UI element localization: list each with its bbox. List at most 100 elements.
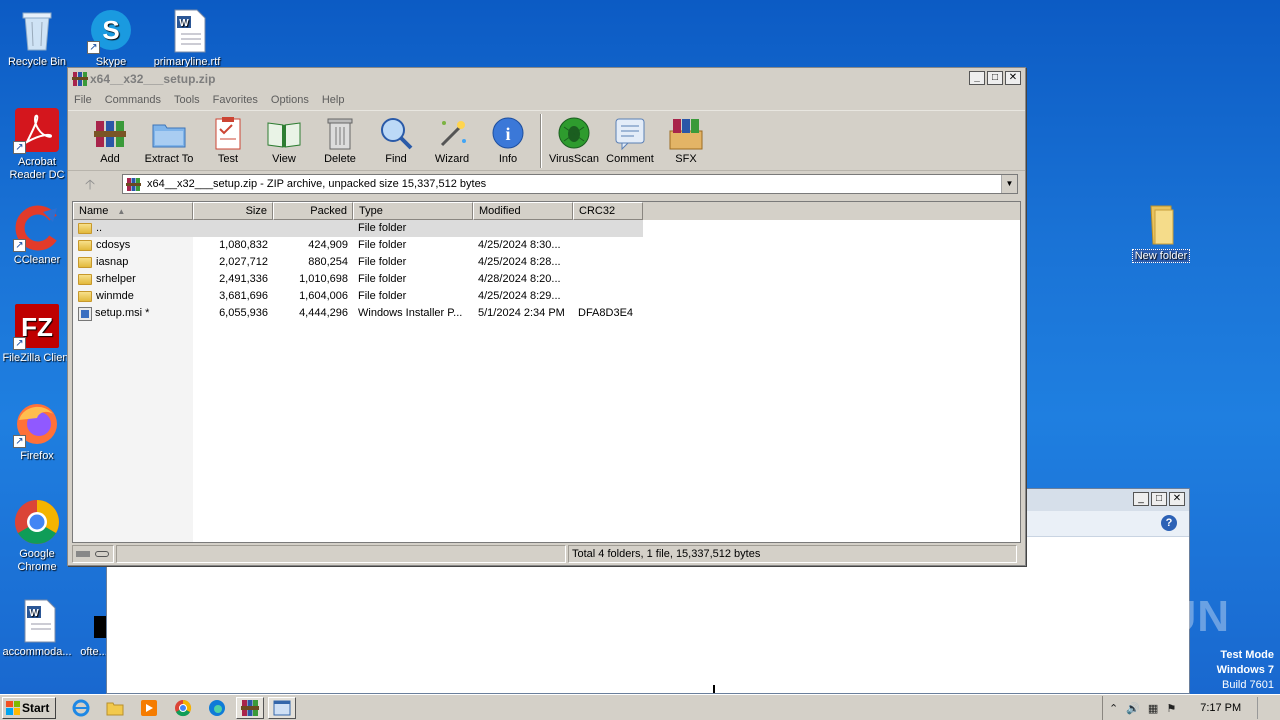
desktop-icon-label: Acrobat Reader DC (9, 156, 65, 181)
column-header-type[interactable]: Type (353, 202, 473, 220)
chevron-down-icon[interactable]: ▼ (1001, 175, 1017, 193)
table-row[interactable]: winmde 3,681,696 1,604,006 File folder 4… (73, 288, 1020, 305)
address-field[interactable]: x64__x32___setup.zip - ZIP archive, unpa… (122, 174, 1018, 194)
desktop-icon-primaryline[interactable]: W primaryline.rtf (150, 6, 224, 69)
window-title: x64__x32___setup.zip (90, 72, 216, 86)
add-button[interactable]: Add (82, 111, 138, 165)
edge-icon[interactable] (206, 697, 228, 719)
menu-options[interactable]: Options (271, 94, 309, 106)
find-button[interactable]: Find (368, 111, 424, 165)
minimize-button[interactable]: _ (969, 71, 985, 85)
desktop-icon-recycle-bin[interactable]: Recycle Bin (0, 6, 74, 69)
column-header-packed[interactable]: Packed (273, 202, 353, 220)
packed-cell: 424,909 (308, 239, 348, 251)
desktop-icon-acrobat[interactable]: ↗ Acrobat Reader DC (0, 106, 74, 182)
column-header-crc32[interactable]: CRC32 (573, 202, 643, 220)
close-button[interactable]: ✕ (1169, 492, 1185, 506)
desktop-icon-new-folder[interactable]: New folder (1125, 200, 1197, 263)
menu-favorites[interactable]: Favorites (213, 94, 258, 106)
test-button[interactable]: Test (200, 111, 256, 165)
system-tray: ⌃ 🔊 ▦ ⚑ 7:17 PM (1102, 696, 1280, 720)
column-header-size[interactable]: Size (193, 202, 273, 220)
tray-expand-icon[interactable]: ⌃ (1109, 702, 1118, 715)
menu-tools[interactable]: Tools (174, 94, 200, 106)
folder-icon (1137, 200, 1185, 248)
desktop-icon-filezilla[interactable]: FZ ↗ FileZilla Client (0, 302, 74, 365)
folder-icon (78, 291, 92, 302)
file-list[interactable]: Name ▲ Size Packed Type Modified CRC32 .… (72, 201, 1021, 543)
folder-icon (78, 257, 92, 268)
word-document-icon: W (13, 596, 61, 644)
maximize-button[interactable]: □ (987, 71, 1003, 85)
view-button[interactable]: View (256, 111, 312, 165)
table-row[interactable]: iasnap 2,027,712 880,254 File folder 4/2… (73, 254, 1020, 271)
skype-icon: S ↗ (87, 6, 135, 54)
modified-cell (473, 220, 573, 237)
media-player-icon[interactable] (138, 697, 160, 719)
chrome-taskbar-icon[interactable] (172, 697, 194, 719)
internet-explorer-icon[interactable] (70, 697, 92, 719)
table-row[interactable]: srhelper 2,491,336 1,010,698 File folder… (73, 271, 1020, 288)
desktop-icon-chrome[interactable]: Google Chrome (0, 498, 74, 574)
test-mode-line: Test Mode (1220, 649, 1274, 661)
table-row[interactable]: .. File folder (73, 220, 1020, 237)
desktop-icon-ccleaner[interactable]: ↗ CCleaner (0, 204, 74, 267)
volume-icon[interactable]: 🔊 (1126, 702, 1140, 715)
address-text: x64__x32___setup.zip - ZIP archive, unpa… (147, 178, 487, 190)
network-icon[interactable]: ▦ (1148, 702, 1158, 715)
menu-help[interactable]: Help (322, 94, 345, 106)
wizard-button[interactable]: Wizard (424, 111, 480, 165)
text-cursor (713, 685, 715, 693)
sfx-button[interactable]: SFX (658, 111, 714, 165)
minimize-button[interactable]: _ (1133, 492, 1149, 506)
close-button[interactable]: ✕ (1005, 71, 1021, 85)
extract-to-button[interactable]: Extract To (138, 111, 200, 165)
delete-bin-icon (322, 115, 358, 151)
column-header-modified[interactable]: Modified (473, 202, 573, 220)
desktop-icon-label: Firefox (20, 450, 54, 462)
desktop-icon-label: Recycle Bin (7, 56, 67, 68)
desktop-icon-label: Google Chrome (17, 548, 57, 573)
file-explorer-icon[interactable] (104, 697, 126, 719)
start-label: Start (22, 700, 50, 715)
test-mode-notice: Test Mode Windows 7 Build 7601 (1217, 648, 1274, 693)
flag-icon[interactable]: ⚑ (1166, 702, 1176, 715)
name-cell: iasnap (73, 254, 193, 271)
winrar-taskbar-button[interactable] (236, 696, 264, 719)
status-bar: Total 4 folders, 1 file, 15,337,512 byte… (72, 545, 1021, 563)
desktop-icon-label[interactable]: New folder (1131, 249, 1191, 263)
comment-button[interactable]: Comment (602, 111, 658, 165)
word-document-icon: W (163, 6, 211, 54)
windows-version-line: Windows 7 (1216, 664, 1274, 676)
delete-button[interactable]: Delete (312, 111, 368, 165)
winrar-window[interactable]: x64__x32___setup.zip _ □ ✕ File Commands… (67, 67, 1026, 566)
clock[interactable]: 7:17 PM (1200, 702, 1241, 714)
size-cell: 1,080,832 (219, 239, 268, 251)
shortcut-arrow-icon: ↗ (13, 141, 26, 154)
type-cell: File folder (358, 290, 407, 302)
info-button[interactable]: i Info (480, 111, 536, 165)
filezilla-icon: FZ ↗ (13, 302, 61, 350)
type-cell: Windows Installer P... (358, 307, 463, 319)
name-cell: cdosys (73, 237, 193, 254)
shortcut-arrow-icon: ↗ (13, 337, 26, 350)
show-desktop-button[interactable] (1257, 697, 1267, 719)
start-button[interactable]: Start (2, 696, 56, 719)
desktop-icon-accommoda[interactable]: W accommoda... (0, 596, 74, 659)
virusscan-button[interactable]: VirusScan (546, 111, 602, 165)
extract-folder-icon (151, 115, 187, 151)
table-row[interactable]: setup.msi * 6,055,936 4,444,296 Windows … (73, 305, 1020, 322)
window-titlebar[interactable]: x64__x32___setup.zip _ □ ✕ (68, 68, 1025, 90)
window-taskbar-button[interactable] (268, 696, 296, 719)
desktop-icon-firefox[interactable]: ↗ Firefox (0, 400, 74, 463)
menu-file[interactable]: File (74, 94, 92, 106)
column-header-name[interactable]: Name ▲ (73, 202, 193, 220)
up-arrow-icon[interactable]: 🡡 (80, 175, 100, 193)
info-label: Info (498, 153, 518, 165)
menu-commands[interactable]: Commands (105, 94, 161, 106)
help-icon[interactable]: ? (1161, 515, 1177, 531)
table-row[interactable]: cdosys 1,080,832 424,909 File folder 4/2… (73, 237, 1020, 254)
desktop-icon-skype[interactable]: S ↗ Skype (74, 6, 148, 69)
crc-cell (573, 288, 643, 305)
maximize-button[interactable]: □ (1151, 492, 1167, 506)
